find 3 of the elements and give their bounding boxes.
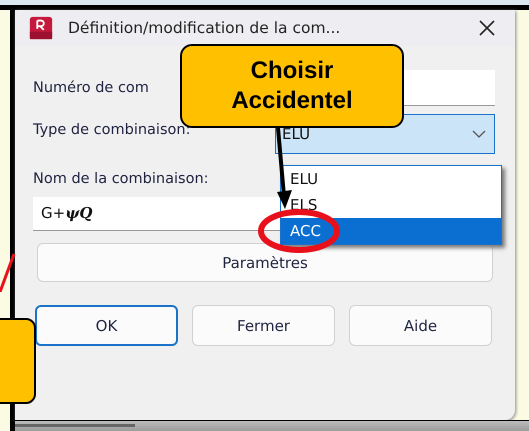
field-label: Nom de la combinaison: (33, 171, 209, 187)
window-title: Définition/modification de la com... (68, 19, 342, 37)
field-label: Numéro de com (33, 80, 149, 96)
